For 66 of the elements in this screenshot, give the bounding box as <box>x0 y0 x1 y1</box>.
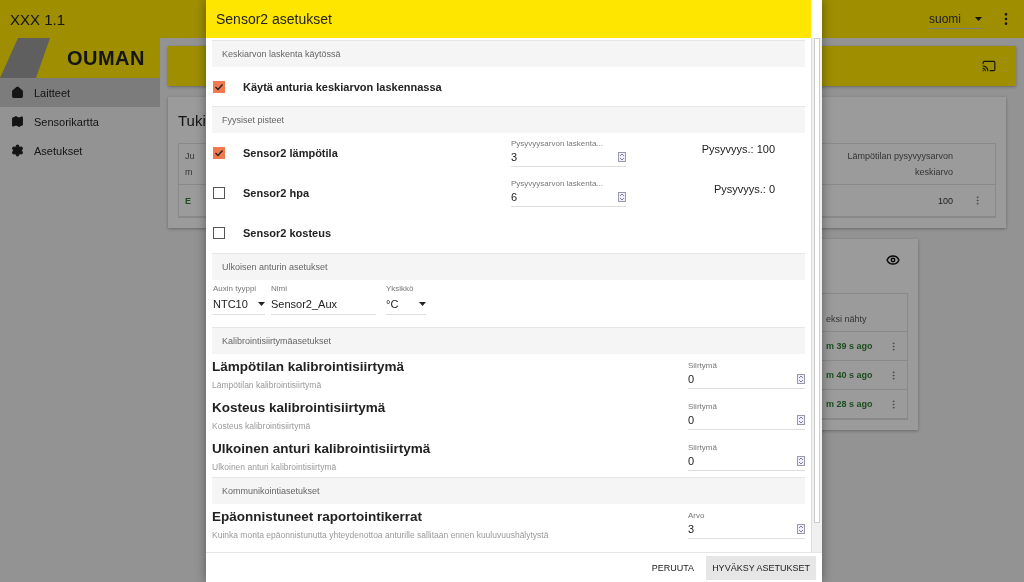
number-field[interactable]: 3 <box>511 148 626 167</box>
stability-text: Pysyvyys.: 100 <box>700 142 776 155</box>
scrollbar[interactable] <box>811 38 822 552</box>
checkbox-label: Käytä anturia keskiarvon laskennassa <box>243 80 443 93</box>
nav-item[interactable]: Laitteet <box>0 78 160 107</box>
nav-icon <box>11 144 24 157</box>
nav-icon <box>11 115 24 128</box>
section-header: Kommunikointiasetukset <box>212 477 805 504</box>
number-field[interactable]: 0 <box>688 410 805 430</box>
spinner-icon[interactable] <box>797 373 805 384</box>
app-title: XXX 1.1 <box>10 10 66 28</box>
spinner-icon[interactable] <box>797 414 805 425</box>
setting-description: Kuinka monta epäonnistunutta yhteydenottoa anturille sallitaan ennen kuuluvuushälytystä <box>212 530 549 540</box>
logo-text: OUMAN <box>66 46 145 70</box>
select-field[interactable]: °C <box>386 293 426 315</box>
checkbox[interactable] <box>213 147 225 159</box>
setting-title: Epäonnistuneet raportointikerrat <box>212 509 424 524</box>
eye-icon[interactable] <box>886 253 900 267</box>
spinner-icon[interactable] <box>618 192 626 202</box>
spinner-icon[interactable] <box>618 152 626 162</box>
setting-description: Lämpötilan kalibrointisiirtymä <box>212 380 323 390</box>
spinner-icon[interactable] <box>797 455 805 466</box>
number-field[interactable]: 6 <box>511 188 626 207</box>
caret-icon <box>975 16 982 21</box>
caret-icon <box>419 301 426 306</box>
checkbox-label: Sensor2 hpa <box>243 187 311 199</box>
number-field[interactable]: 0 <box>688 369 805 389</box>
nav-item[interactable]: Sensorikartta <box>0 107 160 136</box>
checkbox[interactable] <box>213 80 225 93</box>
dialog-title: Sensor2 asetukset <box>206 0 811 38</box>
text-field[interactable]: Sensor2_Aux <box>271 293 376 315</box>
setting-description: Kosteus kalibrointisiirtymä <box>212 421 312 431</box>
number-field[interactable]: 0 <box>688 451 805 471</box>
nav-item[interactable]: Asetukset <box>0 136 160 165</box>
setting-title: Lämpötilan kalibrointisiirtymä <box>212 359 405 374</box>
stability-text: Pysyvyys.: 0 <box>712 182 776 195</box>
setting-title: Ulkoinen anturi kalibrointisiirtymä <box>212 441 431 456</box>
section-header: Kalibrointisiirtymäasetukset <box>212 327 805 354</box>
nav-icon <box>11 86 24 99</box>
cancel-button[interactable]: PERUUTA <box>645 555 701 580</box>
cast-icon[interactable] <box>982 59 996 73</box>
field-label: Siirtymä <box>688 442 718 452</box>
field-label: Arvo <box>688 510 706 520</box>
caret-icon <box>258 301 265 306</box>
setting-description: Ulkoinen anturi kalibrointisiirtymä <box>212 462 338 472</box>
card-title: Tuki <box>178 112 206 129</box>
section-header: Keskiarvon laskenta käytössä <box>212 40 805 67</box>
field-label: Pysyvyysarvon laskenta... <box>511 179 605 188</box>
select-field[interactable]: NTC10 <box>213 293 265 315</box>
field-label: Auxin tyyppi <box>213 284 258 293</box>
section-header: Ulkoisen anturin asetukset <box>212 253 805 280</box>
field-label: Nimi <box>271 284 288 293</box>
checkbox-label: Sensor2 lämpötila <box>243 147 339 159</box>
field-label: Yksikkö <box>386 284 415 293</box>
checkbox[interactable] <box>213 227 225 239</box>
number-field[interactable]: 3 <box>688 519 805 539</box>
field-label: Pysyvyysarvon laskenta... <box>511 139 605 148</box>
checkbox-label: Sensor2 kosteus <box>243 227 333 239</box>
section-header: Fyysiset pisteet <box>212 106 805 133</box>
spinner-icon[interactable] <box>797 523 805 534</box>
field-label: Siirtymä <box>688 401 718 411</box>
language-select[interactable]: suomi <box>929 9 982 29</box>
checkbox[interactable] <box>213 187 225 199</box>
field-label: Siirtymä <box>688 360 718 370</box>
setting-title: Kosteus kalibrointisiirtymä <box>212 400 386 415</box>
accept-button[interactable]: HYVÄKSY ASETUKSET <box>706 555 816 580</box>
